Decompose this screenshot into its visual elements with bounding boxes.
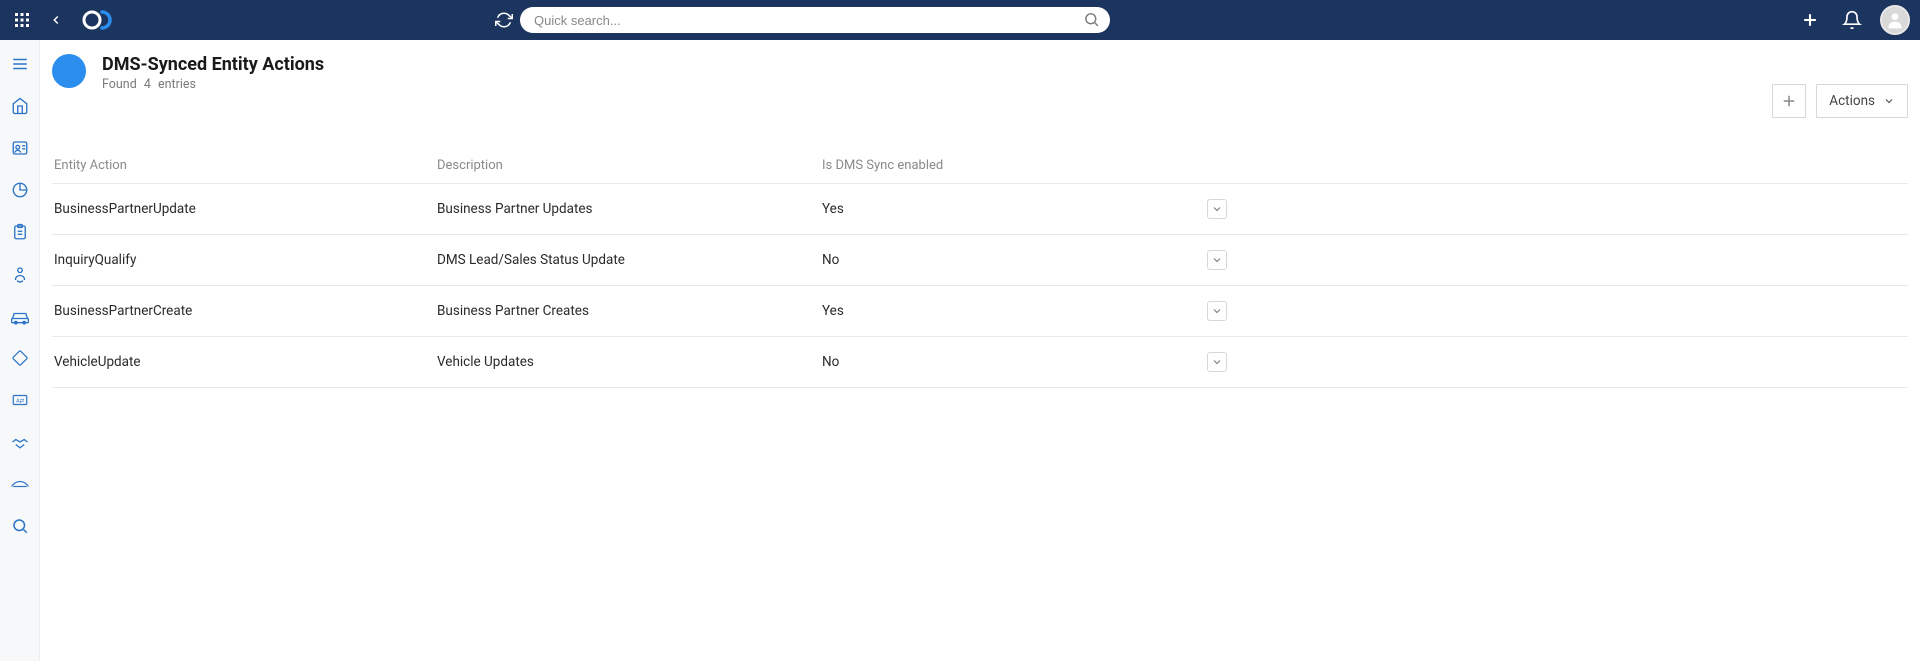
- table-row[interactable]: BusinessPartnerCreateBusiness Partner Cr…: [52, 285, 1908, 336]
- global-add-icon[interactable]: [1796, 6, 1824, 34]
- sidebar-chart-icon[interactable]: [6, 176, 34, 204]
- sidebar-contact-icon[interactable]: [6, 134, 34, 162]
- sidebar-search-icon[interactable]: [6, 512, 34, 540]
- sidebar: A⇄: [0, 40, 40, 661]
- page-title: DMS-Synced Entity Actions: [102, 54, 1908, 75]
- actions-label: Actions: [1829, 93, 1875, 109]
- page-subtitle: Found 4 entries: [102, 77, 1908, 92]
- cell-sync-enabled: Yes: [822, 201, 1207, 217]
- table-header: Entity Action Description Is DMS Sync en…: [52, 148, 1908, 183]
- cell-entity-action: InquiryQualify: [52, 252, 437, 268]
- entity-icon: [52, 54, 86, 88]
- cell-entity-action: BusinessPartnerCreate: [52, 303, 437, 319]
- row-menu-button[interactable]: [1207, 250, 1227, 270]
- search-icon[interactable]: [1083, 11, 1100, 32]
- svg-text:A⇄: A⇄: [16, 398, 24, 404]
- notifications-icon[interactable]: [1838, 6, 1866, 34]
- header-actions: Actions: [1772, 84, 1908, 118]
- data-table: Entity Action Description Is DMS Sync en…: [52, 148, 1908, 388]
- entries-count: 4: [144, 77, 151, 92]
- sidebar-person-icon[interactable]: [6, 260, 34, 288]
- topbar-left: [10, 8, 122, 32]
- sidebar-car-icon[interactable]: [6, 302, 34, 330]
- found-label: Found: [102, 77, 137, 92]
- sidebar-handshake-icon[interactable]: [6, 428, 34, 456]
- entries-label: entries: [158, 77, 196, 92]
- header-description[interactable]: Description: [437, 158, 822, 173]
- sidebar-home-icon[interactable]: [6, 92, 34, 120]
- table-row[interactable]: BusinessPartnerUpdateBusiness Partner Up…: [52, 183, 1908, 234]
- cell-description: DMS Lead/Sales Status Update: [437, 252, 822, 268]
- sidebar-diamond-icon[interactable]: [6, 344, 34, 372]
- app-logo[interactable]: [82, 9, 122, 31]
- table-body: BusinessPartnerUpdateBusiness Partner Up…: [52, 183, 1908, 388]
- back-icon[interactable]: [44, 8, 68, 32]
- cell-menu: [1207, 352, 1908, 372]
- cell-menu: [1207, 301, 1908, 321]
- search-input[interactable]: [520, 7, 1110, 33]
- cell-menu: [1207, 199, 1908, 219]
- actions-dropdown[interactable]: Actions: [1816, 84, 1908, 118]
- apps-grid-icon[interactable]: [10, 8, 34, 32]
- refresh-icon[interactable]: [490, 6, 518, 34]
- cell-description: Business Partner Creates: [437, 303, 822, 319]
- title-block: DMS-Synced Entity Actions Found 4 entrie…: [102, 54, 1908, 92]
- layout: A⇄ DMS-Synced Entity Actions Found 4 ent…: [0, 40, 1920, 661]
- table-row[interactable]: VehicleUpdateVehicle UpdatesNo: [52, 336, 1908, 388]
- page-header: DMS-Synced Entity Actions Found 4 entrie…: [52, 54, 1908, 92]
- row-menu-button[interactable]: [1207, 301, 1227, 321]
- row-menu-button[interactable]: [1207, 199, 1227, 219]
- user-avatar[interactable]: [1880, 5, 1910, 35]
- topbar: [0, 0, 1920, 40]
- header-entity-action[interactable]: Entity Action: [52, 158, 437, 173]
- table-row[interactable]: InquiryQualifyDMS Lead/Sales Status Upda…: [52, 234, 1908, 285]
- header-menu: [1207, 158, 1908, 173]
- row-menu-button[interactable]: [1207, 352, 1227, 372]
- sidebar-carlogo-icon[interactable]: [6, 470, 34, 498]
- cell-menu: [1207, 250, 1908, 270]
- cell-sync-enabled: No: [822, 252, 1207, 268]
- cell-sync-enabled: No: [822, 354, 1207, 370]
- header-sync-enabled[interactable]: Is DMS Sync enabled: [822, 158, 1207, 173]
- cell-description: Business Partner Updates: [437, 201, 822, 217]
- add-entry-button[interactable]: [1772, 84, 1806, 118]
- sidebar-badge-icon[interactable]: A⇄: [6, 386, 34, 414]
- main-content: DMS-Synced Entity Actions Found 4 entrie…: [40, 40, 1920, 661]
- chevron-down-icon: [1883, 95, 1895, 107]
- cell-entity-action: BusinessPartnerUpdate: [52, 201, 437, 217]
- sidebar-menu-icon[interactable]: [6, 50, 34, 78]
- topbar-right: [1796, 5, 1910, 35]
- search-container: [520, 7, 1110, 33]
- cell-entity-action: VehicleUpdate: [52, 354, 437, 370]
- sidebar-clipboard-icon[interactable]: [6, 218, 34, 246]
- cell-sync-enabled: Yes: [822, 303, 1207, 319]
- cell-description: Vehicle Updates: [437, 354, 822, 370]
